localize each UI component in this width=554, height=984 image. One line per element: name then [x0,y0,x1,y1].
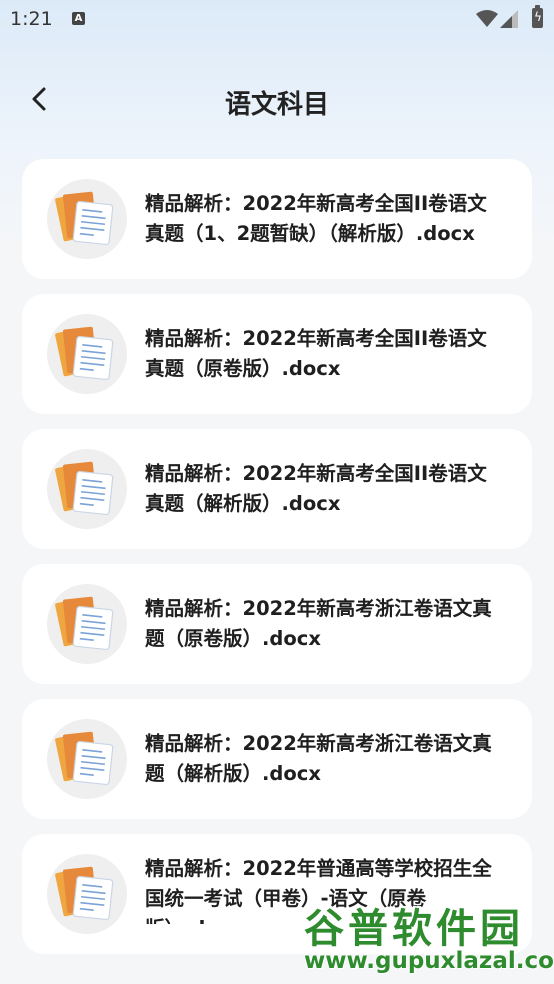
document-icon [47,854,127,934]
file-card[interactable]: 精品解析：2022年新高考全国II卷语文真题（1、2题暂缺）（解析版）.docx [22,159,532,279]
page-title: 语文科目 [224,90,329,120]
status-time: 1:21 [10,8,53,30]
file-name: 精品解析：2022年新高考全国II卷语文真题（解析版）.docx [145,462,487,515]
document-icon [47,314,127,394]
watermark-url: www.gupuxlazal.com [304,948,554,974]
header: 语文科目 [0,70,554,130]
watermark: 谷普软件园 www.gupuxlazal.com [304,896,554,984]
document-icon [47,719,127,799]
status-bar: 1:21 A ϟ [0,0,554,38]
file-card[interactable]: 精品解析：2022年新高考浙江卷语文真题（原卷版）.docx [22,564,532,684]
file-card[interactable]: 精品解析：2022年新高考全国II卷语文真题（解析版）.docx [22,429,532,549]
file-name: 精品解析：2022年新高考浙江卷语文真题（解析版）.docx [145,732,492,785]
file-card[interactable]: 精品解析：2022年新高考浙江卷语文真题（解析版）.docx [22,699,532,819]
signal-icon [500,10,518,28]
document-icon [47,179,127,259]
wifi-icon [476,10,498,27]
battery-icon: ϟ [532,5,543,28]
file-name: 精品解析：2022年新高考全国II卷语文真题（1、2题暂缺）（解析版）.docx [145,192,487,245]
file-card[interactable]: 精品解析：2022年新高考全国II卷语文真题（原卷版）.docx [22,294,532,414]
document-icon [47,449,127,529]
watermark-brand: 谷普软件园 [304,906,524,952]
file-name: 精品解析：2022年新高考全国II卷语文真题（原卷版）.docx [145,327,487,380]
file-name: 精品解析：2022年新高考浙江卷语文真题（原卷版）.docx [145,597,492,650]
file-list: 精品解析：2022年新高考全国II卷语文真题（1、2题暂缺）（解析版）.docx… [22,159,532,969]
document-icon [47,584,127,664]
notification-a-icon: A [72,12,85,25]
